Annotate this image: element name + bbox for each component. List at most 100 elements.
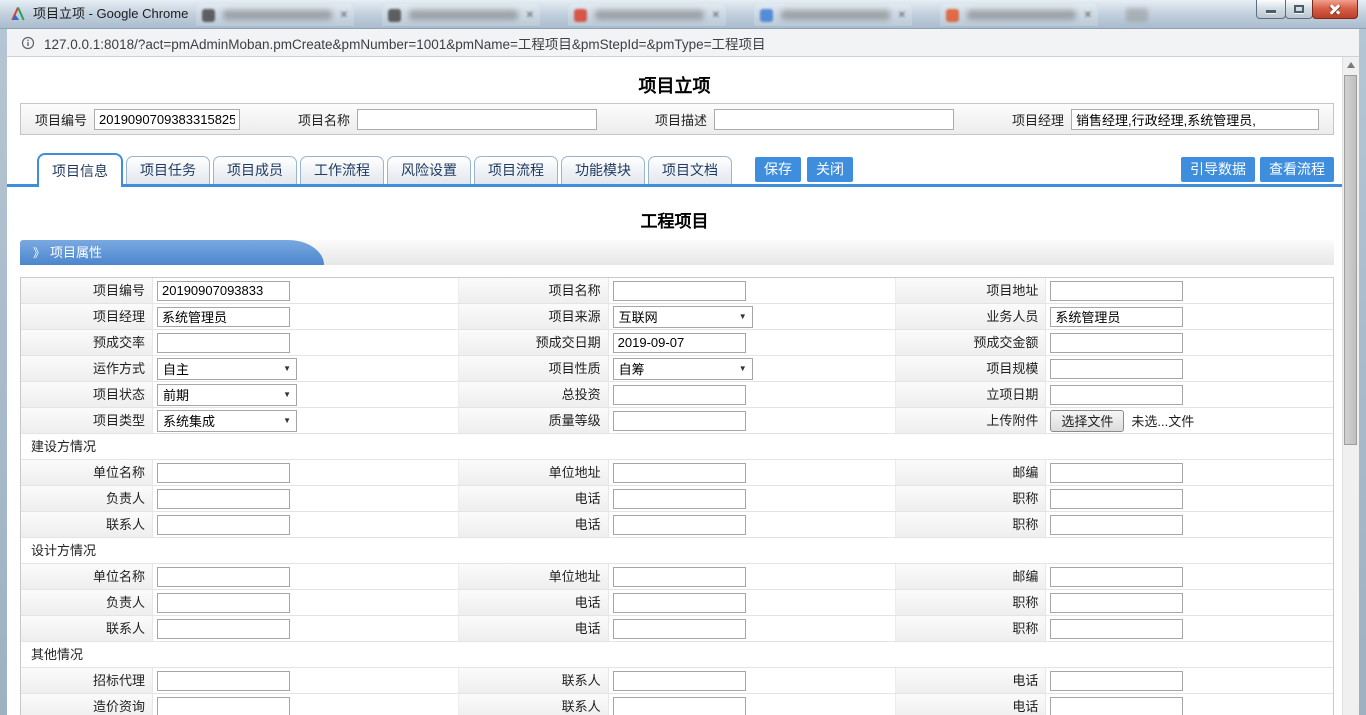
page-tab[interactable]: 项目成员	[213, 156, 297, 184]
page-tab[interactable]: 项目文档	[648, 156, 732, 184]
scrollbar-thumb[interactable]	[1344, 75, 1357, 445]
form-input[interactable]	[157, 333, 290, 353]
form-input[interactable]	[1050, 385, 1183, 405]
form-input[interactable]	[613, 411, 746, 431]
form-input[interactable]	[1050, 307, 1183, 327]
browser-tab[interactable]: ✕	[382, 4, 540, 26]
form-input[interactable]	[157, 619, 290, 639]
form-input[interactable]	[613, 671, 746, 691]
close-page-button[interactable]: 关闭	[807, 157, 853, 182]
form-select-value: 自筹	[619, 359, 645, 378]
tab-close-icon[interactable]: ✕	[340, 10, 348, 21]
window-title: 项目立项 - Google Chrome	[33, 0, 188, 28]
form-row: 项目编号项目名称项目地址	[21, 278, 1333, 304]
form-field-label: 职称	[896, 486, 1046, 511]
browser-tab[interactable]: ✕	[940, 4, 1098, 26]
top-form-label: 项目描述	[655, 110, 714, 129]
form-row: 联系人电话职称	[21, 616, 1333, 642]
form-field-value	[153, 590, 458, 615]
tab-close-icon[interactable]: ✕	[1084, 10, 1092, 21]
browser-tab[interactable]: ✕	[568, 4, 726, 26]
form-input[interactable]	[613, 281, 746, 301]
form-input[interactable]	[157, 463, 290, 483]
window-titlebar[interactable]: 项目立项 - Google Chrome ✕ ✕ ✕ ✕ ✕	[0, 0, 1366, 29]
form-input[interactable]	[157, 489, 290, 509]
view-flow-button[interactable]: 查看流程	[1260, 157, 1334, 182]
form-field-label: 电话	[896, 694, 1046, 715]
form-input[interactable]	[613, 463, 746, 483]
form-input[interactable]	[613, 619, 746, 639]
form-select[interactable]: 自主▼	[157, 358, 297, 380]
form-select[interactable]: 自筹 ▼	[613, 358, 753, 380]
form-input[interactable]	[1050, 593, 1183, 613]
form-input[interactable]	[613, 697, 746, 715]
top-form-input[interactable]	[1071, 109, 1319, 130]
minimize-button[interactable]	[1256, 0, 1286, 19]
browser-tab[interactable]: ✕	[754, 4, 912, 26]
page-tab[interactable]: 风险设置	[387, 156, 471, 184]
top-form-label: 项目经理	[1012, 110, 1071, 129]
tab-close-icon[interactable]: ✕	[526, 10, 534, 21]
form-field-label: 电话	[459, 512, 609, 537]
form-field-label: 电话	[459, 486, 609, 511]
browser-tab[interactable]: ✕	[196, 4, 354, 26]
window-frame: 项目立项 - Google Chrome ✕✕✕✕✕ 127.0.0.1:801…	[0, 0, 1366, 715]
page-tab[interactable]: 项目信息	[37, 153, 123, 187]
form-input[interactable]	[1050, 515, 1183, 535]
form-input[interactable]	[1050, 463, 1183, 483]
scroll-up-button[interactable]	[1343, 57, 1359, 73]
top-form-input[interactable]	[94, 109, 240, 130]
info-icon[interactable]	[21, 36, 35, 50]
tab-close-icon[interactable]: ✕	[712, 10, 720, 21]
top-form-field: 项目名称	[298, 109, 597, 130]
form-input[interactable]	[1050, 567, 1183, 587]
form-input[interactable]	[1050, 281, 1183, 301]
form-input[interactable]	[613, 515, 746, 535]
form-field-value	[153, 278, 458, 303]
page-tab[interactable]: 工作流程	[300, 156, 384, 184]
form-field: 招标代理	[21, 668, 459, 693]
form-input[interactable]	[1050, 489, 1183, 509]
window-controls	[1257, 0, 1358, 19]
top-form-input[interactable]	[357, 109, 597, 130]
form-input[interactable]	[1050, 619, 1183, 639]
form-field-label: 职称	[896, 616, 1046, 641]
close-window-button[interactable]	[1312, 0, 1358, 19]
form-input[interactable]	[157, 671, 290, 691]
scrollbar-track[interactable]	[1342, 57, 1359, 715]
form-input[interactable]	[1050, 671, 1183, 691]
choose-file-button[interactable]: 选择文件	[1050, 410, 1124, 432]
guide-data-button[interactable]: 引导数据	[1181, 157, 1255, 182]
page-tab[interactable]: 项目流程	[474, 156, 558, 184]
form-input[interactable]	[613, 333, 746, 353]
dropdown-arrow-icon: ▼	[739, 364, 747, 373]
form-input[interactable]	[1050, 333, 1183, 353]
save-button[interactable]: 保存	[755, 157, 801, 182]
form-input[interactable]	[613, 489, 746, 509]
form-select[interactable]: 前期▼	[157, 384, 297, 406]
form-input[interactable]	[1050, 697, 1183, 715]
form-input[interactable]	[613, 593, 746, 613]
form-input[interactable]	[157, 515, 290, 535]
form-input[interactable]	[613, 385, 746, 405]
form-input[interactable]	[157, 307, 290, 327]
form-input[interactable]	[157, 281, 290, 301]
form-field: 预成交日期	[459, 330, 897, 355]
form-input[interactable]	[157, 593, 290, 613]
new-tab-button[interactable]	[1126, 8, 1148, 22]
top-form-input[interactable]	[714, 109, 954, 130]
page-tab[interactable]: 功能模块	[561, 156, 645, 184]
form-input[interactable]	[157, 567, 290, 587]
page-tab[interactable]: 项目任务	[126, 156, 210, 184]
section-banner[interactable]: 》项目属性	[20, 240, 288, 265]
tab-close-icon[interactable]: ✕	[898, 10, 906, 21]
minimize-icon	[1266, 10, 1276, 13]
form-input[interactable]	[613, 567, 746, 587]
form-field-label: 造价资询	[21, 694, 153, 715]
top-form-label: 项目编号	[35, 110, 94, 129]
maximize-button[interactable]	[1285, 0, 1313, 19]
form-input[interactable]	[1050, 359, 1183, 379]
form-select[interactable]: 系统集成▼	[157, 410, 297, 432]
form-input[interactable]	[157, 697, 290, 715]
form-select[interactable]: 互联网▼	[613, 306, 753, 328]
